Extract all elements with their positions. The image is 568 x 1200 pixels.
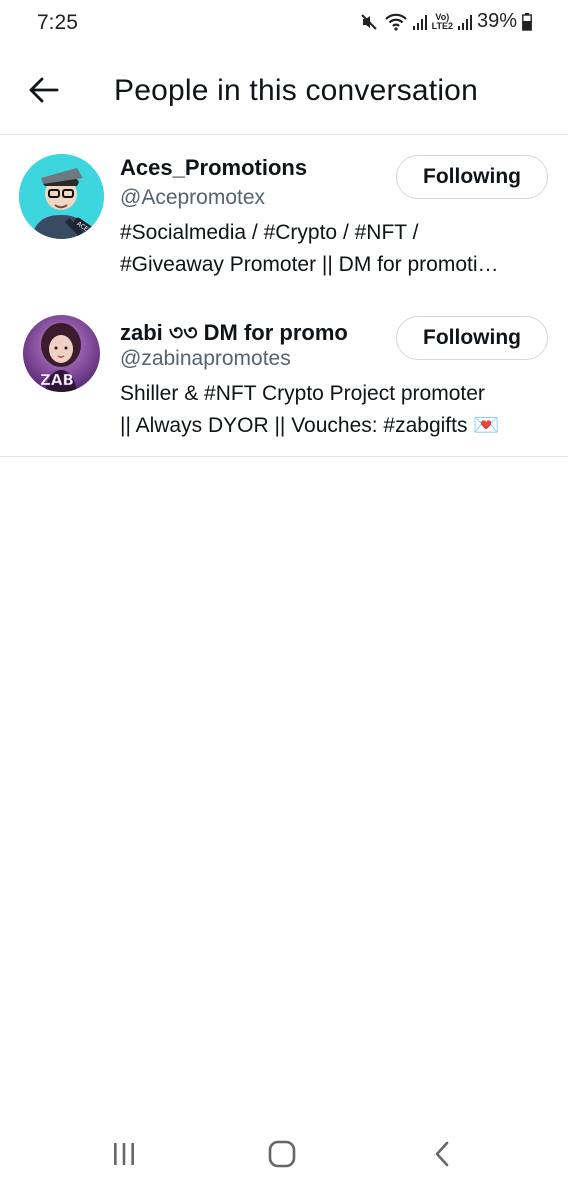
list-item[interactable]: ACES Aces_Promotions @Acepromotex #Socia… <box>0 135 568 296</box>
handle[interactable]: @zabinapromotes <box>120 347 291 371</box>
display-name[interactable]: Aces_Promotions <box>120 155 307 181</box>
battery-icon <box>522 12 532 31</box>
recent-apps-icon <box>111 1141 137 1172</box>
bio-line: #Socialmedia / #Crypto / #NFT / <box>120 221 419 244</box>
status-bar: 7:25 Vo) LTE2 39% <box>0 0 568 44</box>
bio: #Socialmedia / #Crypto / #NFT / #Giveawa… <box>120 217 548 281</box>
network-label-bottom: LTE2 <box>431 20 453 31</box>
mute-icon <box>359 12 379 32</box>
bio-line: #Giveaway Promoter || DM for promoti… <box>120 253 499 276</box>
header: People in this conversation <box>0 44 568 135</box>
handle[interactable]: @Acepromotex <box>120 186 265 210</box>
status-icons: Vo) LTE2 39% <box>359 10 532 33</box>
back-button[interactable] <box>24 72 64 112</box>
page-title: People in this conversation <box>114 74 478 107</box>
home-icon <box>268 1140 296 1173</box>
avatar-badge-text: ZAB <box>40 371 74 389</box>
following-button[interactable]: Following <box>396 155 548 199</box>
navigation-bar <box>0 1120 568 1200</box>
bio-line: Shiller & #NFT Crypto Project promoter <box>120 382 485 405</box>
signal-icon <box>412 13 427 31</box>
bio: Shiller & #NFT Crypto Project promoter |… <box>120 378 548 442</box>
signal-icon <box>457 13 472 31</box>
arrow-left-icon <box>29 77 59 108</box>
list-item[interactable]: ZAB zabi ৩৩ DM for promo @zabinapromotes… <box>0 296 568 457</box>
network-type-label: Vo) LTE2 <box>431 12 453 31</box>
recent-apps-button[interactable] <box>94 1132 154 1180</box>
wifi-icon <box>384 12 408 32</box>
bio-line: || Always DYOR || Vouches: #zabgifts 💌 <box>120 414 500 437</box>
home-button[interactable] <box>252 1132 312 1180</box>
avatar[interactable]: ZAB <box>23 315 100 392</box>
status-time: 7:25 <box>37 11 78 34</box>
avatar[interactable]: ACES <box>19 154 104 239</box>
people-list: ACES Aces_Promotions @Acepromotex #Socia… <box>0 135 568 457</box>
nav-back-button[interactable] <box>412 1132 472 1180</box>
battery-percent: 39% <box>476 10 517 32</box>
following-button[interactable]: Following <box>396 316 548 360</box>
back-icon <box>432 1140 452 1173</box>
